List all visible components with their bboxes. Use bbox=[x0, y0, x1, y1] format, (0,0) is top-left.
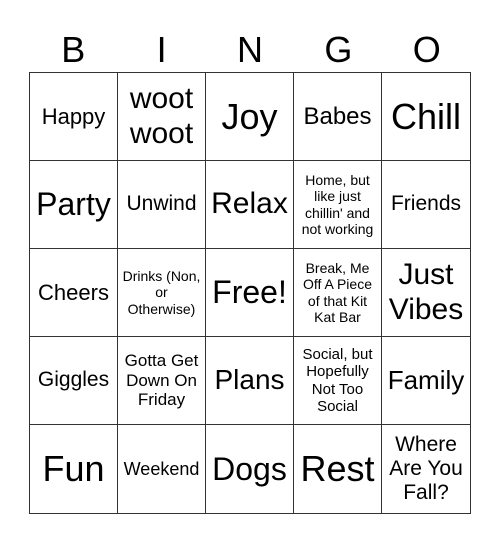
bingo-cell[interactable]: Weekend bbox=[118, 425, 206, 513]
bingo-cell[interactable]: Babes bbox=[294, 73, 382, 161]
bingo-cell[interactable]: Gotta Get Down On Friday bbox=[118, 337, 206, 425]
bingo-cell[interactable]: Free! bbox=[206, 249, 294, 337]
bingo-cell[interactable]: Party bbox=[30, 161, 118, 249]
bingo-cell[interactable]: Break, Me Off A Piece of that Kit Kat Ba… bbox=[294, 249, 382, 337]
bingo-grid: Happy woot woot Joy Babes Chill Party Unwind Re… bbox=[29, 72, 471, 514]
bingo-cell[interactable]: Home, but like just chillin' and not wor… bbox=[294, 161, 382, 249]
header-letter-n: N bbox=[236, 29, 263, 70]
bingo-cell[interactable]: Unwind bbox=[118, 161, 206, 249]
bingo-cell[interactable]: Dogs bbox=[206, 425, 294, 513]
bingo-cell[interactable]: Joy bbox=[206, 73, 294, 161]
header-letter-i: I bbox=[156, 29, 167, 70]
bingo-cell[interactable]: Cheers bbox=[30, 249, 118, 337]
bingo-cell[interactable]: Drinks (Non, or Otherwise) bbox=[118, 249, 206, 337]
bingo-cell[interactable]: Relax bbox=[206, 161, 294, 249]
bingo-cell[interactable]: Fun bbox=[30, 425, 118, 513]
bingo-cell[interactable]: Social, but Hopefully Not Too Social bbox=[294, 337, 382, 425]
header-letter-b: B bbox=[61, 29, 86, 70]
bingo-cell[interactable]: Friends bbox=[382, 161, 470, 249]
bingo-cell[interactable]: Just Vibes bbox=[382, 249, 470, 337]
bingo-header: B I N G O bbox=[29, 28, 471, 72]
bingo-cell[interactable]: woot woot bbox=[118, 73, 206, 161]
bingo-cell[interactable]: Rest bbox=[294, 425, 382, 513]
bingo-cell[interactable]: Family bbox=[382, 337, 470, 425]
bingo-cell[interactable]: Chill bbox=[382, 73, 470, 161]
bingo-cell[interactable]: Giggles bbox=[30, 337, 118, 425]
bingo-cell[interactable]: Happy bbox=[30, 73, 118, 161]
header-letter-o: O bbox=[412, 29, 441, 70]
bingo-cell[interactable]: Where Are You Fall? bbox=[382, 425, 470, 513]
header-letter-g: G bbox=[324, 29, 353, 70]
bingo-cell[interactable]: Plans bbox=[206, 337, 294, 425]
